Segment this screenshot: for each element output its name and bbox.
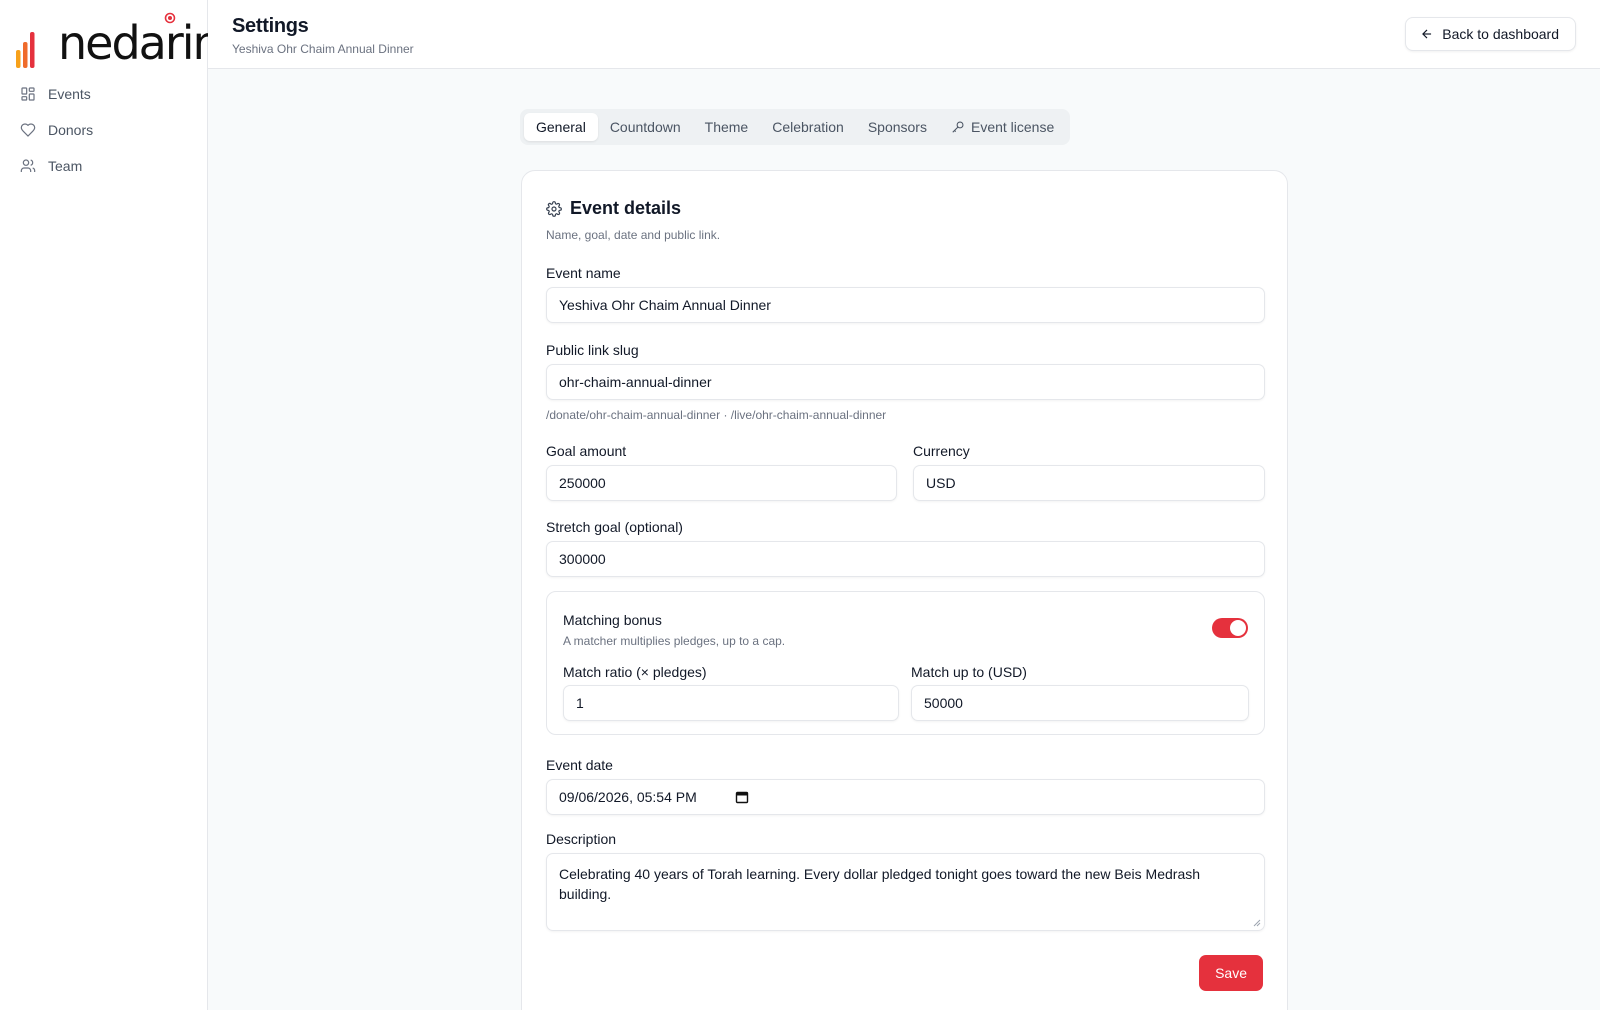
save-button[interactable]: Save [1199,955,1263,991]
sidebar-item-team[interactable]: Team [0,148,208,184]
card-description: Name, goal, date and public link. [546,228,721,242]
tab-label: Celebration [772,119,844,135]
sidebar-nav: Events Donors Team [0,76,208,184]
goal-label: Goal amount [546,443,627,459]
sidebar-item-label: Donors [48,122,94,138]
tab-countdown[interactable]: Countdown [598,113,693,141]
page-title: Settings [232,15,309,37]
slug-hint: /donate/ohr-chaim-annual-dinner · /live/… [546,408,887,422]
tab-label: Sponsors [867,119,927,135]
matching-bonus-toggle[interactable] [1212,618,1248,638]
calendar-icon[interactable] [735,790,749,804]
match-ratio-label: Match ratio (× pledges) [563,664,707,680]
sidebar-item-events[interactable]: Events [0,76,208,112]
sidebar-item-donors[interactable]: Donors [0,112,208,148]
grid-icon [21,87,35,101]
description-value: Celebrating 40 years of Torah learning. … [559,866,1201,902]
gear-icon [546,200,562,217]
event-name-label: Event name [546,265,621,281]
page-subtitle: Yeshiva Ohr Chaim Annual Dinner [232,42,414,56]
tab-theme[interactable]: Theme [693,113,761,141]
description-label: Description [546,831,617,847]
event-details-card: Event details Name, goal, date and publi… [521,170,1288,1010]
stretch-goal-label: Stretch goal (optional) [546,519,683,535]
logo-bars-icon [16,32,35,68]
back-to-dashboard-button[interactable]: Back to dashboard [1405,17,1576,51]
tab-label: Countdown [609,119,681,135]
tab-event-license[interactable]: Event license [939,113,1066,141]
slug-label: Public link slug [546,342,639,358]
heart-icon [20,123,36,137]
description-textarea[interactable]: Celebrating 40 years of Torah learning. … [546,853,1265,931]
sidebar-item-label: Events [48,86,91,102]
resize-grip-icon[interactable] [1253,919,1261,927]
key-icon [952,121,964,133]
tab-label: General [536,119,586,135]
match-cap-label: Match up to (USD) [911,664,1027,680]
tab-label: Event license [970,119,1055,135]
event-date-field[interactable]: 09/06/2026, 05:54 PM [546,779,1265,815]
sidebar-item-label: Team [48,158,83,174]
card-title: Event details [546,198,681,219]
match-cap-field[interactable] [911,685,1249,721]
nedarim-logo[interactable]: nedarim [14,10,237,70]
page-header: Settings Yeshiva Ohr Chaim Annual Dinner… [208,0,1600,69]
back-button-label: Back to dashboard [1442,26,1559,42]
logo-dot-icon [164,12,176,24]
tab-sponsors[interactable]: Sponsors [856,113,939,141]
slug-field[interactable] [546,364,1265,400]
matching-bonus-description: A matcher multiplies pledges, up to a ca… [563,634,786,648]
sidebar: nedarim Events Donors Team [0,0,237,1010]
event-date-value: 09/06/2026, 05:54 PM [559,789,697,805]
tab-general[interactable]: General [524,113,598,141]
tab-label: Theme [704,119,749,135]
goal-amount-field[interactable] [546,465,897,501]
matching-bonus-title: Matching bonus [563,612,662,628]
currency-field[interactable] [913,465,1265,501]
settings-tabs: General Countdown Theme Celebration Spon… [520,109,1071,145]
match-ratio-field[interactable] [563,685,899,721]
tab-celebration[interactable]: Celebration [760,113,856,141]
event-name-field[interactable] [546,287,1265,323]
arrow-left-icon [1422,29,1432,39]
card-title-text: Event details [570,198,682,218]
stretch-goal-field[interactable] [546,541,1265,577]
matching-bonus-panel: Matching bonus A matcher multiplies pled… [546,591,1265,735]
currency-label: Currency [913,443,970,459]
event-date-label: Event date [546,757,613,773]
users-icon [20,159,36,172]
